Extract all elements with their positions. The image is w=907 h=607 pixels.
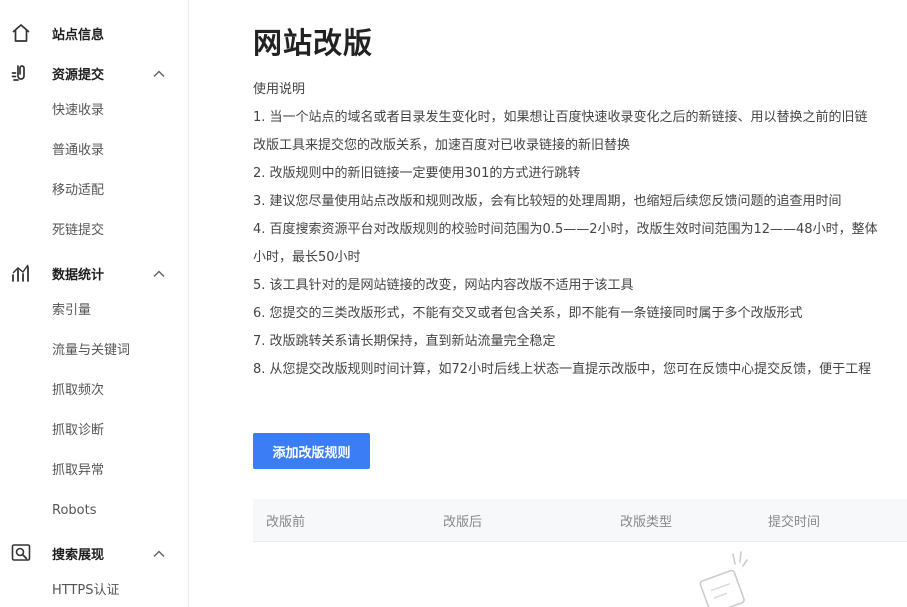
rules-table-header: 改版前 改版后 改版类型 提交时间 (253, 499, 907, 542)
instruction-line: 6. 您提交的三类改版形式，不能有交叉或者包含关系，即不能有一条链接同时属于多个… (253, 306, 803, 321)
sidebar-item-dead-link[interactable]: 死链提交 (52, 221, 104, 241)
sidebar-group-label: 搜索展现 (52, 548, 105, 563)
instruction-line: 小时，最长50小时 (253, 250, 361, 265)
empty-state-illustration (689, 548, 769, 607)
sidebar-item-index-volume[interactable]: 索引量 (52, 301, 91, 321)
column-header-submit-time[interactable]: 提交时间 (768, 511, 820, 530)
sidebar-group-label: 数据统计 (52, 268, 105, 283)
sidebar-item-site-info[interactable]: 站点信息 (0, 13, 188, 53)
submit-icon (10, 62, 32, 84)
sidebar-item-label: 站点信息 (52, 28, 105, 43)
instruction-line: 8. 从您提交改版规则时间计算，如72小时后线上状态一直提示改版中，您可在反馈中… (253, 362, 872, 377)
chevron-up-icon[interactable] (152, 546, 166, 560)
sidebar-item-normal-index[interactable]: 普通收录 (52, 141, 104, 161)
chevron-up-icon[interactable] (152, 66, 166, 80)
home-icon (10, 22, 32, 44)
instruction-line: 3. 建议您尽量使用站点改版和规则改版，会有比较短的处理周期，也缩短后续您反馈问… (253, 194, 842, 209)
sidebar-item-crawl-errors[interactable]: 抓取异常 (52, 461, 104, 481)
stats-chart-icon (10, 262, 32, 284)
sidebar-item-robots[interactable]: Robots (52, 501, 96, 521)
sidebar-group-resource-submit[interactable]: 资源提交 (0, 53, 188, 93)
column-header-after[interactable]: 改版后 (443, 511, 482, 530)
sidebar-item-https-auth[interactable]: HTTPS认证 (52, 581, 120, 601)
sidebar-item-quick-index[interactable]: 快速收录 (52, 101, 104, 121)
chevron-up-icon[interactable] (152, 266, 166, 280)
column-header-before[interactable]: 改版前 (266, 511, 305, 530)
sidebar-group-search-display[interactable]: 搜索展现 (0, 533, 188, 573)
instruction-line: 2. 改版规则中的新旧链接一定要使用301的方式进行跳转 (253, 166, 581, 181)
search-display-icon (10, 542, 32, 564)
add-rule-button[interactable]: 添加改版规则 (253, 433, 370, 469)
page-title: 网站改版 (253, 26, 374, 60)
sidebar-item-crawl-diagnosis[interactable]: 抓取诊断 (52, 421, 104, 441)
sidebar-group-label: 资源提交 (52, 68, 105, 83)
instruction-line: 1. 当一个站点的域名或者目录发生变化时，如果想让百度快速收录变化之后的新链接、… (253, 110, 868, 125)
instruction-line: 改版工具来提交您的改版关系，加速百度对已收录链接的新旧替换 (253, 138, 631, 153)
instructions-heading: 使用说明 (253, 82, 306, 97)
column-header-type[interactable]: 改版类型 (620, 511, 672, 530)
instructions-panel: 使用说明 1. 当一个站点的域名或者目录发生变化时，如果想让百度快速收录变化之后… (253, 76, 907, 384)
main-content: 网站改版 使用说明 1. 当一个站点的域名或者目录发生变化时，如果想让百度快速收… (189, 0, 907, 607)
sidebar-item-traffic-keywords[interactable]: 流量与关键词 (52, 341, 130, 361)
sidebar: 站点信息 资源提交 快速收录 普通收录 移动适配 死链提交 数据统计 索引量 流… (0, 0, 189, 607)
instruction-line: 5. 该工具针对的是网站链接的改变，网站内容改版不适用于该工具 (253, 278, 634, 293)
sidebar-group-data-stats[interactable]: 数据统计 (0, 253, 188, 293)
sidebar-item-mobile-adapt[interactable]: 移动适配 (52, 181, 104, 201)
instruction-line: 7. 改版跳转关系请长期保持，直到新站流量完全稳定 (253, 334, 556, 349)
instruction-line: 4. 百度搜索资源平台对改版规则的校验时间范围为0.5——2小时，改版生效时间范… (253, 222, 878, 237)
sidebar-item-crawl-frequency[interactable]: 抓取频次 (52, 381, 104, 401)
